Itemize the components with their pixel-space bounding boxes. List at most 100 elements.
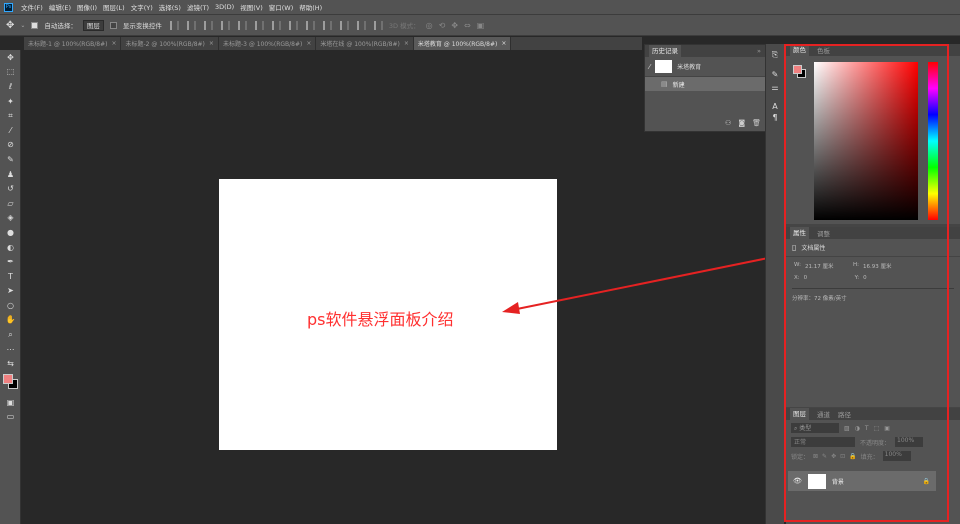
annotation-arrow: [502, 253, 789, 314]
distribute-middle-icon[interactable]: [288, 20, 298, 30]
align-middle-icon[interactable]: [237, 20, 247, 30]
menu-3d[interactable]: 3D(D): [215, 3, 234, 11]
shape-tool-icon[interactable]: ○: [0, 298, 21, 313]
crop-tool-icon[interactable]: ⌗: [0, 108, 21, 123]
align-right-icon[interactable]: [203, 20, 213, 30]
snapshot-label: 米塔教育: [677, 64, 702, 71]
brush-settings-icon[interactable]: ✎: [766, 70, 784, 79]
menu-window[interactable]: 窗口(W): [269, 2, 294, 12]
magic-wand-icon[interactable]: ✦: [0, 94, 21, 109]
collapse-icon[interactable]: »: [757, 47, 761, 55]
align-left-icon[interactable]: [169, 20, 179, 30]
annotation-text: ps软件悬浮面板介绍: [307, 310, 454, 329]
screen-mode-icon[interactable]: ▭: [0, 410, 21, 425]
distribute-center-icon[interactable]: [339, 20, 349, 30]
history-footer: ⚇ ◙ 🗑: [725, 119, 761, 127]
history-brush-icon[interactable]: ⁄: [649, 63, 650, 71]
history-snapshot[interactable]: ⁄ 米塔教育: [645, 57, 765, 77]
close-icon[interactable]: ×: [209, 40, 214, 47]
move-tool-icon[interactable]: ✥: [6, 20, 14, 31]
photoshop-logo: Ps: [4, 2, 13, 12]
new-document-icon[interactable]: ⚇: [725, 119, 731, 127]
tab-untitled-3[interactable]: 未标题-3 @ 100%(RGB/8#) ×: [219, 37, 317, 50]
3d-roll-icon[interactable]: ⟲: [439, 21, 446, 30]
menu-select[interactable]: 选择(S): [159, 2, 181, 12]
character-panel-icon[interactable]: A: [766, 102, 784, 111]
menu-type[interactable]: 文字(Y): [131, 2, 153, 12]
menu-filter[interactable]: 滤镜(T): [187, 2, 209, 12]
history-brush-icon[interactable]: ↺: [0, 181, 21, 196]
close-icon[interactable]: ×: [306, 40, 311, 47]
trash-icon[interactable]: 🗑: [752, 119, 761, 127]
close-icon[interactable]: ×: [501, 40, 506, 47]
align-bottom-icon[interactable]: [254, 20, 264, 30]
chevron-down-icon[interactable]: ⌄: [20, 22, 25, 29]
menu-image[interactable]: 图像(I): [77, 2, 97, 12]
tab-mita-online[interactable]: 米塔在线 @ 100%(RGB/8#) ×: [316, 37, 414, 50]
healing-brush-icon[interactable]: ⊘: [0, 138, 21, 153]
adjustments-icon[interactable]: ⚌: [766, 83, 784, 92]
more-tools-icon[interactable]: ⋯: [0, 342, 21, 357]
type-tool-icon[interactable]: T: [0, 269, 21, 284]
menu-file[interactable]: 文件(F): [21, 2, 43, 12]
auto-align-icon[interactable]: [373, 20, 383, 30]
hand-tool-icon[interactable]: ✋: [0, 313, 21, 328]
arrow-line: [511, 253, 789, 311]
transform-controls-checkbox[interactable]: [109, 21, 117, 29]
distribute-top-icon[interactable]: [271, 20, 281, 30]
close-icon[interactable]: ×: [404, 40, 409, 47]
menu-help[interactable]: 帮助(H): [299, 2, 322, 12]
foreground-color-swatch[interactable]: [3, 374, 13, 385]
tab-label: 未标题-3 @ 100%(RGB/8#): [222, 41, 303, 48]
color-swatches[interactable]: [0, 371, 21, 395]
history-item[interactable]: ▤ 新建: [645, 77, 765, 91]
marquee-tool-icon[interactable]: ⬚: [0, 65, 21, 80]
distribute-left-icon[interactable]: [322, 20, 332, 30]
lasso-tool-icon[interactable]: ℓ: [0, 79, 21, 94]
distribute-right-icon[interactable]: [356, 20, 366, 30]
3d-orbit-icon[interactable]: ◎: [426, 21, 433, 30]
menu-bar: Ps 文件(F) 编辑(E) 图像(I) 图层(L) 文字(Y) 选择(S) 滤…: [0, 0, 960, 14]
distribute-bottom-icon[interactable]: [305, 20, 315, 30]
3d-slide-icon[interactable]: ⇔: [464, 21, 471, 30]
history-tab[interactable]: 历史记录: [649, 45, 681, 57]
dodge-tool-icon[interactable]: ◐: [0, 240, 21, 255]
auto-select-checkbox[interactable]: [31, 21, 39, 29]
move-tool-icon[interactable]: ✥: [0, 50, 21, 65]
tab-mita-education[interactable]: 米塔教育 @ 100%(RGB/8#) ×: [413, 37, 512, 50]
collapsed-panel-dock: ⎘ ✎ ⚌ A ¶: [765, 44, 784, 524]
swap-colors-icon[interactable]: ⇆: [0, 356, 21, 371]
document-icon: ▤: [661, 80, 668, 88]
align-center-icon[interactable]: [186, 20, 196, 30]
3d-scale-icon[interactable]: ▣: [477, 21, 485, 30]
menu-layer[interactable]: 图层(L): [103, 2, 125, 12]
transform-controls-label: 显示变换控件: [122, 22, 162, 30]
menu-view[interactable]: 视图(V): [240, 2, 263, 12]
eyedropper-icon[interactable]: ⁄: [0, 123, 21, 138]
eraser-icon[interactable]: ▱: [0, 196, 21, 211]
pen-tool-icon[interactable]: ✒: [0, 254, 21, 269]
tools-panel: ✥ ⬚ ℓ ✦ ⌗ ⁄ ⊘ ✎ ♟ ↺ ▱ ◈ ● ◐ ✒ T ➤ ○ ✋ ⌕ …: [0, 50, 21, 524]
path-select-icon[interactable]: ➤: [0, 284, 21, 299]
zoom-tool-icon[interactable]: ⌕: [0, 327, 21, 342]
3d-mode-label: 3D 模式：: [388, 22, 420, 30]
auto-select-dropdown[interactable]: 图层: [82, 19, 104, 31]
align-top-icon[interactable]: [220, 20, 230, 30]
paint-bucket-icon[interactable]: ◈: [0, 211, 21, 226]
quick-mask-icon[interactable]: ▣: [0, 395, 21, 410]
history-panel-icon[interactable]: ⎘: [766, 50, 784, 60]
paragraph-panel-icon[interactable]: ¶: [766, 113, 784, 122]
options-bar: ✥ ⌄ 自动选择： 图层 显示变换控件 3D 模式： ◎ ⟲ ✥ ⇔ ▣: [0, 14, 960, 36]
camera-icon[interactable]: ◙: [738, 119, 745, 127]
history-item-label: 新建: [672, 81, 685, 89]
tab-untitled-1[interactable]: 未标题-1 @ 100%(RGB/8#) ×: [24, 37, 122, 50]
tab-untitled-2[interactable]: 未标题-2 @ 100%(RGB/8#) ×: [121, 37, 219, 50]
menu-edit[interactable]: 编辑(E): [49, 2, 71, 12]
close-icon[interactable]: ×: [111, 40, 116, 47]
brush-tool-icon[interactable]: ✎: [0, 152, 21, 167]
tab-label: 米塔教育 @ 100%(RGB/8#): [417, 41, 498, 48]
arrow-head: [502, 302, 520, 314]
3d-pan-icon[interactable]: ✥: [451, 21, 458, 30]
stamp-tool-icon[interactable]: ♟: [0, 167, 21, 182]
blur-tool-icon[interactable]: ●: [0, 225, 21, 240]
